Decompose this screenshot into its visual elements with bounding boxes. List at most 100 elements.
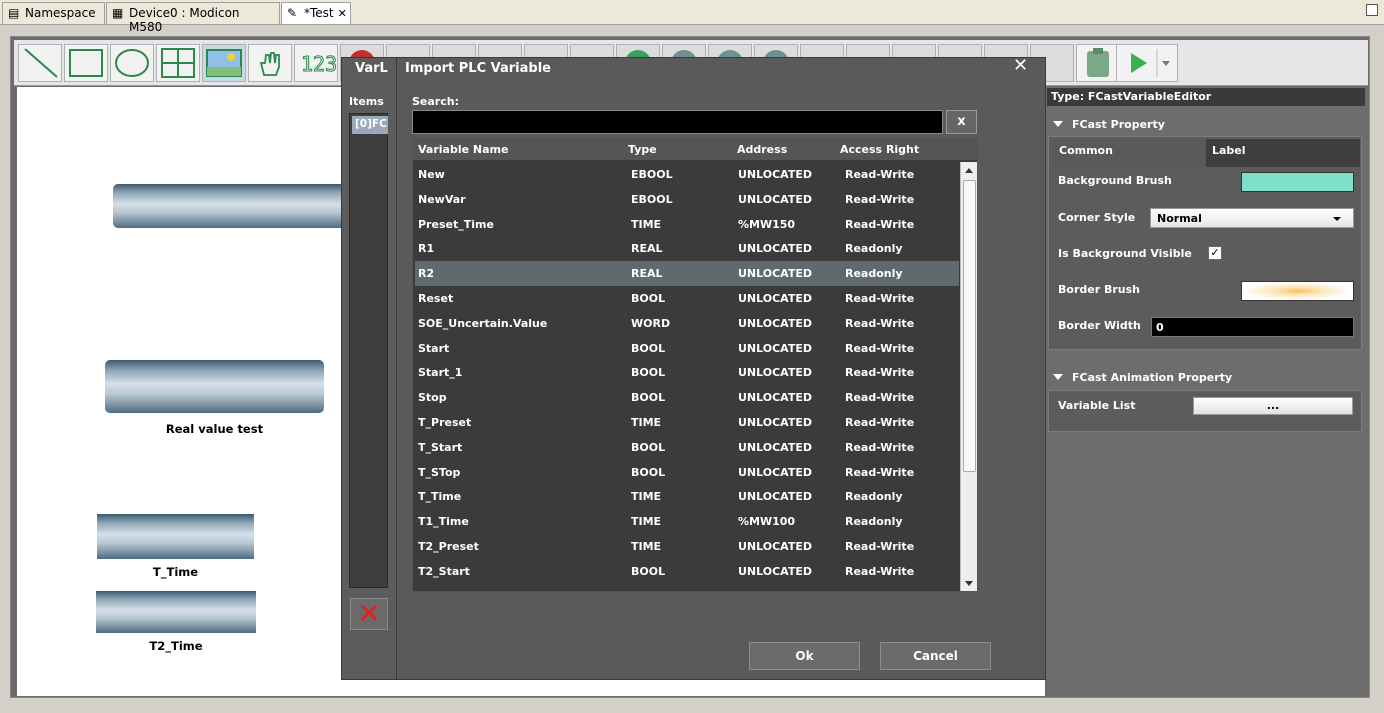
animation-property-header[interactable]: FCast Animation Property bbox=[1053, 371, 1232, 384]
table-row[interactable]: T1_Time TIME %MW100 Readonly bbox=[415, 509, 959, 534]
corner-style-select[interactable]: Normal bbox=[1150, 208, 1354, 228]
tab-test[interactable]: ✎ *Test ✕ bbox=[281, 2, 351, 24]
cell-variable-name: NewVar bbox=[418, 192, 466, 206]
table-row[interactable]: R1 REAL UNLOCATED Readonly bbox=[415, 236, 959, 261]
cell-access-right: Read-Write bbox=[845, 366, 915, 380]
cell-access-right: Read-Write bbox=[845, 391, 915, 405]
cell-type: BOOL bbox=[631, 564, 666, 578]
table-header: Variable Name Type Address Access Right bbox=[413, 139, 977, 160]
background-brush-swatch[interactable] bbox=[1241, 172, 1354, 192]
scroll-down-icon[interactable] bbox=[965, 581, 973, 586]
column-header-type[interactable]: Type bbox=[628, 143, 657, 156]
ok-button[interactable]: Ok bbox=[749, 642, 860, 670]
variable-widget-t2-time[interactable] bbox=[96, 591, 256, 633]
collapse-triangle-icon bbox=[1053, 121, 1063, 127]
hand-tool-button[interactable] bbox=[248, 44, 292, 82]
tab-common[interactable]: Common bbox=[1053, 139, 1206, 167]
cell-variable-name: New bbox=[418, 168, 445, 181]
image-tool-button[interactable] bbox=[202, 44, 246, 82]
is-background-visible-checkbox[interactable]: ✓ bbox=[1208, 246, 1222, 260]
column-header-variable-name[interactable]: Variable Name bbox=[418, 143, 508, 156]
cell-type: TIME bbox=[631, 515, 662, 529]
table-row[interactable]: Start_1 BOOL UNLOCATED Read-Write bbox=[415, 360, 959, 385]
variable-widget-real-value[interactable] bbox=[105, 360, 324, 413]
cell-variable-name: Preset_Time bbox=[418, 217, 494, 231]
cell-access-right: Read-Write bbox=[845, 316, 915, 330]
table-row[interactable]: Preset_Time TIME %MW150 Read-Write bbox=[415, 212, 959, 237]
cell-address: UNLOCATED bbox=[738, 316, 812, 330]
vertical-scrollbar[interactable] bbox=[960, 162, 977, 591]
cell-type: BOOL bbox=[631, 391, 666, 405]
corner-style-label: Corner Style bbox=[1058, 211, 1136, 224]
table-row[interactable]: T2_STop BOOL UNLOCATED Read-Write bbox=[415, 584, 959, 591]
table-row[interactable]: NewVar EBOOL UNLOCATED Read-Write bbox=[415, 187, 959, 212]
restore-icon[interactable] bbox=[1366, 4, 1378, 16]
items-list[interactable] bbox=[349, 113, 388, 588]
cell-access-right: Readonly bbox=[845, 242, 903, 256]
tab-device0[interactable]: ▦ Device0 : Modicon M580 bbox=[106, 2, 280, 34]
cell-variable-name: T2_Preset bbox=[418, 539, 479, 553]
table-row[interactable]: T2_Start BOOL UNLOCATED Read-Write bbox=[415, 559, 959, 584]
scroll-thumb[interactable] bbox=[963, 180, 976, 472]
cell-type: WORD bbox=[631, 316, 671, 330]
table-row[interactable]: Stop BOOL UNLOCATED Read-Write bbox=[415, 385, 959, 410]
rectangle-icon bbox=[69, 49, 103, 77]
table-row[interactable]: T2_Preset TIME UNLOCATED Read-Write bbox=[415, 534, 959, 559]
list-item[interactable]: [0]FC bbox=[352, 116, 388, 134]
cell-variable-name: T_STop bbox=[418, 465, 461, 479]
cell-address: %MW100 bbox=[738, 515, 796, 529]
cell-variable-name: SOE_Uncertain.Value bbox=[418, 316, 548, 330]
cell-variable-name: T2_Start bbox=[418, 564, 470, 578]
cancel-button[interactable]: Cancel bbox=[880, 642, 991, 670]
tab-namespace[interactable]: ▤ Namespace bbox=[2, 2, 105, 24]
close-icon[interactable]: ✕ bbox=[338, 7, 347, 20]
table-row[interactable]: T_Preset TIME UNLOCATED Read-Write bbox=[415, 410, 959, 435]
cell-type: EBOOL bbox=[631, 192, 673, 206]
table-row[interactable]: SOE_Uncertain.Value WORD UNLOCATED Read-Wri… bbox=[415, 311, 959, 336]
cell-address: UNLOCATED bbox=[738, 366, 812, 380]
clear-search-button[interactable]: x bbox=[946, 110, 977, 134]
table-row[interactable]: T_Time TIME UNLOCATED Readonly bbox=[415, 484, 959, 509]
cell-access-right: Read-Write bbox=[845, 564, 915, 578]
delete-button[interactable]: ✕ bbox=[350, 598, 388, 630]
column-header-access-right[interactable]: Access Right bbox=[840, 143, 919, 156]
column-header-address[interactable]: Address bbox=[737, 143, 787, 156]
cell-address: UNLOCATED bbox=[738, 440, 812, 454]
line-tool-button[interactable] bbox=[18, 44, 62, 82]
fcast-property-header[interactable]: FCast Property bbox=[1053, 118, 1165, 131]
cell-type: REAL bbox=[631, 267, 663, 281]
svg-text:123: 123 bbox=[301, 52, 337, 76]
table-row[interactable]: Reset BOOL UNLOCATED Read-Write bbox=[415, 286, 959, 311]
variable-widget-t-time[interactable] bbox=[97, 514, 254, 559]
cell-address: UNLOCATED bbox=[738, 242, 812, 256]
border-brush-swatch[interactable] bbox=[1241, 281, 1354, 301]
pencil-icon: ✎ bbox=[287, 6, 298, 20]
search-input[interactable] bbox=[412, 110, 943, 134]
rectangle-tool-button[interactable] bbox=[64, 44, 108, 82]
table-body: New EBOOL UNLOCATED Read-Write NewVar EBOOL UN… bbox=[415, 162, 959, 591]
tab-label[interactable]: Label bbox=[1206, 139, 1360, 167]
table-row[interactable]: T_Start BOOL UNLOCATED Read-Write bbox=[415, 435, 959, 460]
cell-access-right: Read-Write bbox=[845, 539, 915, 553]
cell-variable-name: T_Start bbox=[418, 440, 463, 454]
run-button[interactable] bbox=[1116, 44, 1178, 82]
table-row[interactable]: T_STop BOOL UNLOCATED Read-Write bbox=[415, 460, 959, 485]
table-row[interactable]: R2 REAL UNLOCATED Readonly bbox=[415, 261, 959, 286]
scroll-up-icon[interactable] bbox=[965, 168, 973, 173]
variable-widget-1[interactable] bbox=[113, 184, 345, 228]
table-row[interactable]: Start BOOL UNLOCATED Read-Write bbox=[415, 336, 959, 361]
cell-address: UNLOCATED bbox=[738, 465, 812, 479]
widget-caption: T2_Time bbox=[149, 639, 203, 653]
cell-address: UNLOCATED bbox=[738, 267, 812, 281]
variable-list-button[interactable]: ... bbox=[1193, 397, 1353, 415]
cell-variable-name: Reset bbox=[418, 291, 454, 305]
table-row[interactable]: New EBOOL UNLOCATED Read-Write bbox=[415, 162, 959, 187]
cell-address: UNLOCATED bbox=[738, 341, 812, 355]
clipboard-tool-button[interactable] bbox=[1076, 44, 1120, 82]
editor-tab-bar: ▤ Namespace ▦ Device0 : Modicon M580 ✎ *… bbox=[0, 0, 1384, 34]
border-width-input[interactable]: 0 bbox=[1151, 317, 1354, 337]
ellipse-tool-button[interactable] bbox=[110, 44, 154, 82]
numeric-tool-button[interactable]: 123 bbox=[294, 44, 338, 82]
grid-tool-button[interactable] bbox=[156, 44, 200, 82]
close-icon[interactable]: ✕ bbox=[1013, 55, 1028, 76]
